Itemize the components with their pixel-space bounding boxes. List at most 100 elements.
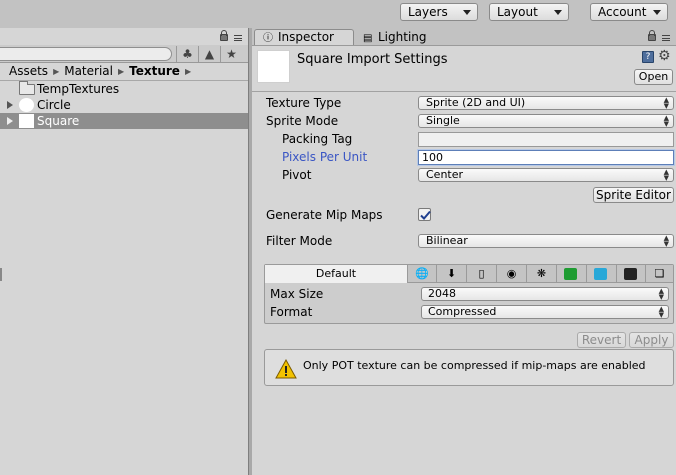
gear-icon[interactable]: ⚙ [658, 48, 671, 64]
windows-store-tile [564, 268, 577, 280]
warning-icon [275, 359, 297, 379]
breadcrumb-separator-icon: ▶ [53, 67, 60, 76]
expand-arrow-icon[interactable] [7, 101, 13, 109]
updown-arrows-icon: ▲ ▼ [663, 96, 669, 110]
folder-icon [19, 81, 35, 95]
tab-inspector[interactable]: ⓘ Inspector [254, 29, 354, 45]
updown-arrows-icon: ▲ ▼ [658, 305, 664, 319]
sprite-mode-popup[interactable]: Single ▲ ▼ [418, 114, 674, 128]
apply-button[interactable]: Apply [629, 332, 674, 348]
generate-mip-maps-label: Generate Mip Maps [266, 208, 383, 222]
help-book-icon[interactable]: ? [642, 51, 654, 63]
download-icon[interactable]: ⬇ [436, 265, 466, 283]
top-toolbar: Layers Layout Account [0, 0, 676, 28]
generate-mip-maps-checkbox[interactable] [418, 208, 431, 221]
warning-message: Only POT texture can be compressed if mi… [303, 359, 646, 372]
android-icon[interactable]: ◉ [496, 265, 526, 283]
pixels-per-unit-field[interactable]: 100 [418, 150, 674, 165]
search-field[interactable] [0, 47, 172, 61]
sprite-mode-value: Single [426, 114, 460, 127]
updown-arrows-icon: ▲ ▼ [663, 234, 669, 248]
checkmark-icon [420, 210, 431, 220]
filter-mode-popup[interactable]: Bilinear ▲ ▼ [418, 234, 674, 248]
unity-box-icon[interactable]: ❏ [645, 265, 673, 283]
tab-lighting-label: Lighting [378, 30, 427, 44]
import-settings-title: Square Import Settings [297, 52, 448, 67]
list-item-label: Square [37, 114, 80, 128]
project-panel-header [0, 28, 248, 45]
windows-store-icon[interactable] [556, 265, 586, 283]
import-settings-header: Square Import Settings ? ⚙ Open [252, 46, 676, 92]
layers-dropdown[interactable]: Layers [400, 3, 478, 21]
iphone-icon[interactable]: ▯ [466, 265, 496, 283]
layers-label: Layers [408, 5, 448, 19]
max-size-popup[interactable]: 2048 ▲ ▼ [421, 287, 669, 301]
filter-mode-label: Filter Mode [266, 234, 333, 248]
project-panel: ♣ ▲ ★ Assets ▶ Material ▶ Texture ▶ TempTextu… [0, 28, 248, 475]
windows-phone-icon[interactable] [586, 265, 616, 283]
chevron-down-icon [554, 10, 562, 15]
updown-arrows-icon: ▲ ▼ [658, 287, 664, 301]
warning-helpbox: Only POT texture can be compressed if mi… [264, 349, 674, 386]
texture-type-value: Sprite (2D and UI) [426, 96, 526, 109]
platform-tab-bar: Default 🌐 ⬇ ▯ ◉ ❋ ❏ [265, 265, 673, 283]
asset-list: TempTextures Circle Square [0, 81, 248, 129]
html5-shield [624, 268, 637, 280]
expand-arrow-icon[interactable] [7, 117, 13, 125]
pivot-popup[interactable]: Center ▲ ▼ [418, 168, 674, 182]
list-item-circle[interactable]: Circle [0, 97, 248, 113]
filter-by-type-icon[interactable]: ♣ [176, 46, 198, 62]
open-button[interactable]: Open [634, 69, 673, 85]
list-item-square[interactable]: Square [0, 113, 248, 129]
inspector-tab-bar: ⓘ Inspector ▤ Lighting [252, 28, 676, 45]
revert-button[interactable]: Revert [577, 332, 626, 348]
circle-sprite-thumbnail [19, 98, 34, 112]
updown-arrows-icon: ▲ ▼ [663, 114, 669, 128]
breadcrumb-material[interactable]: Material [64, 64, 113, 78]
square-sprite-thumbnail [19, 114, 34, 128]
info-icon: ⓘ [263, 33, 273, 44]
format-value: Compressed [428, 305, 497, 318]
max-size-label: Max Size [270, 287, 324, 301]
list-item-label: Circle [37, 98, 71, 112]
panel-menu-icon[interactable] [234, 35, 242, 41]
sprite-editor-button[interactable]: Sprite Editor [593, 187, 674, 203]
tab-inspector-label: Inspector [278, 30, 334, 44]
breadcrumb: Assets ▶ Material ▶ Texture ▶ [0, 63, 248, 81]
pivot-value: Center [426, 168, 464, 181]
panel-menu-icon[interactable] [662, 35, 670, 41]
filter-by-label-icon[interactable]: ▲ [198, 46, 220, 62]
breadcrumb-texture[interactable]: Texture [129, 64, 180, 78]
chevron-down-icon [653, 10, 661, 15]
layout-dropdown[interactable]: Layout [489, 3, 569, 21]
pixels-per-unit-label: Pixels Per Unit [282, 150, 368, 164]
project-toolbar: ♣ ▲ ★ [0, 45, 248, 63]
format-popup[interactable]: Compressed ▲ ▼ [421, 305, 669, 319]
pivot-label: Pivot [282, 168, 312, 182]
account-dropdown[interactable]: Account [590, 3, 668, 21]
tab-platform-default[interactable]: Default [265, 265, 407, 283]
updown-arrows-icon: ▲ ▼ [663, 168, 669, 182]
blackberry-icon[interactable]: ❋ [526, 265, 556, 283]
layout-label: Layout [497, 5, 538, 19]
lock-icon[interactable] [648, 30, 656, 41]
packing-tag-label: Packing Tag [282, 132, 353, 146]
lock-icon[interactable] [220, 30, 228, 41]
html5-icon[interactable] [616, 265, 645, 283]
max-size-value: 2048 [428, 287, 456, 300]
filter-mode-value: Bilinear [426, 234, 468, 247]
texture-type-popup[interactable]: Sprite (2D and UI) ▲ ▼ [418, 96, 674, 110]
web-globe-icon[interactable]: 🌐 [407, 265, 436, 283]
sprite-mode-label: Sprite Mode [266, 114, 339, 128]
breadcrumb-separator-icon: ▶ [184, 67, 192, 76]
favorite-star-icon[interactable]: ★ [220, 46, 242, 62]
platform-settings-box: Default 🌐 ⬇ ▯ ◉ ❋ ❏ Max Size 2048 ▲ ▼ For… [264, 264, 674, 324]
breadcrumb-separator-icon: ▶ [117, 67, 125, 76]
breadcrumb-assets[interactable]: Assets [9, 64, 48, 78]
list-item-temptextures[interactable]: TempTextures [0, 81, 248, 97]
packing-tag-field[interactable] [418, 132, 674, 147]
windows-phone-tile [594, 268, 607, 280]
lighting-icon: ▤ [363, 33, 373, 44]
panel-edge-handle[interactable] [0, 268, 2, 281]
tab-lighting[interactable]: ▤ Lighting [354, 29, 444, 45]
